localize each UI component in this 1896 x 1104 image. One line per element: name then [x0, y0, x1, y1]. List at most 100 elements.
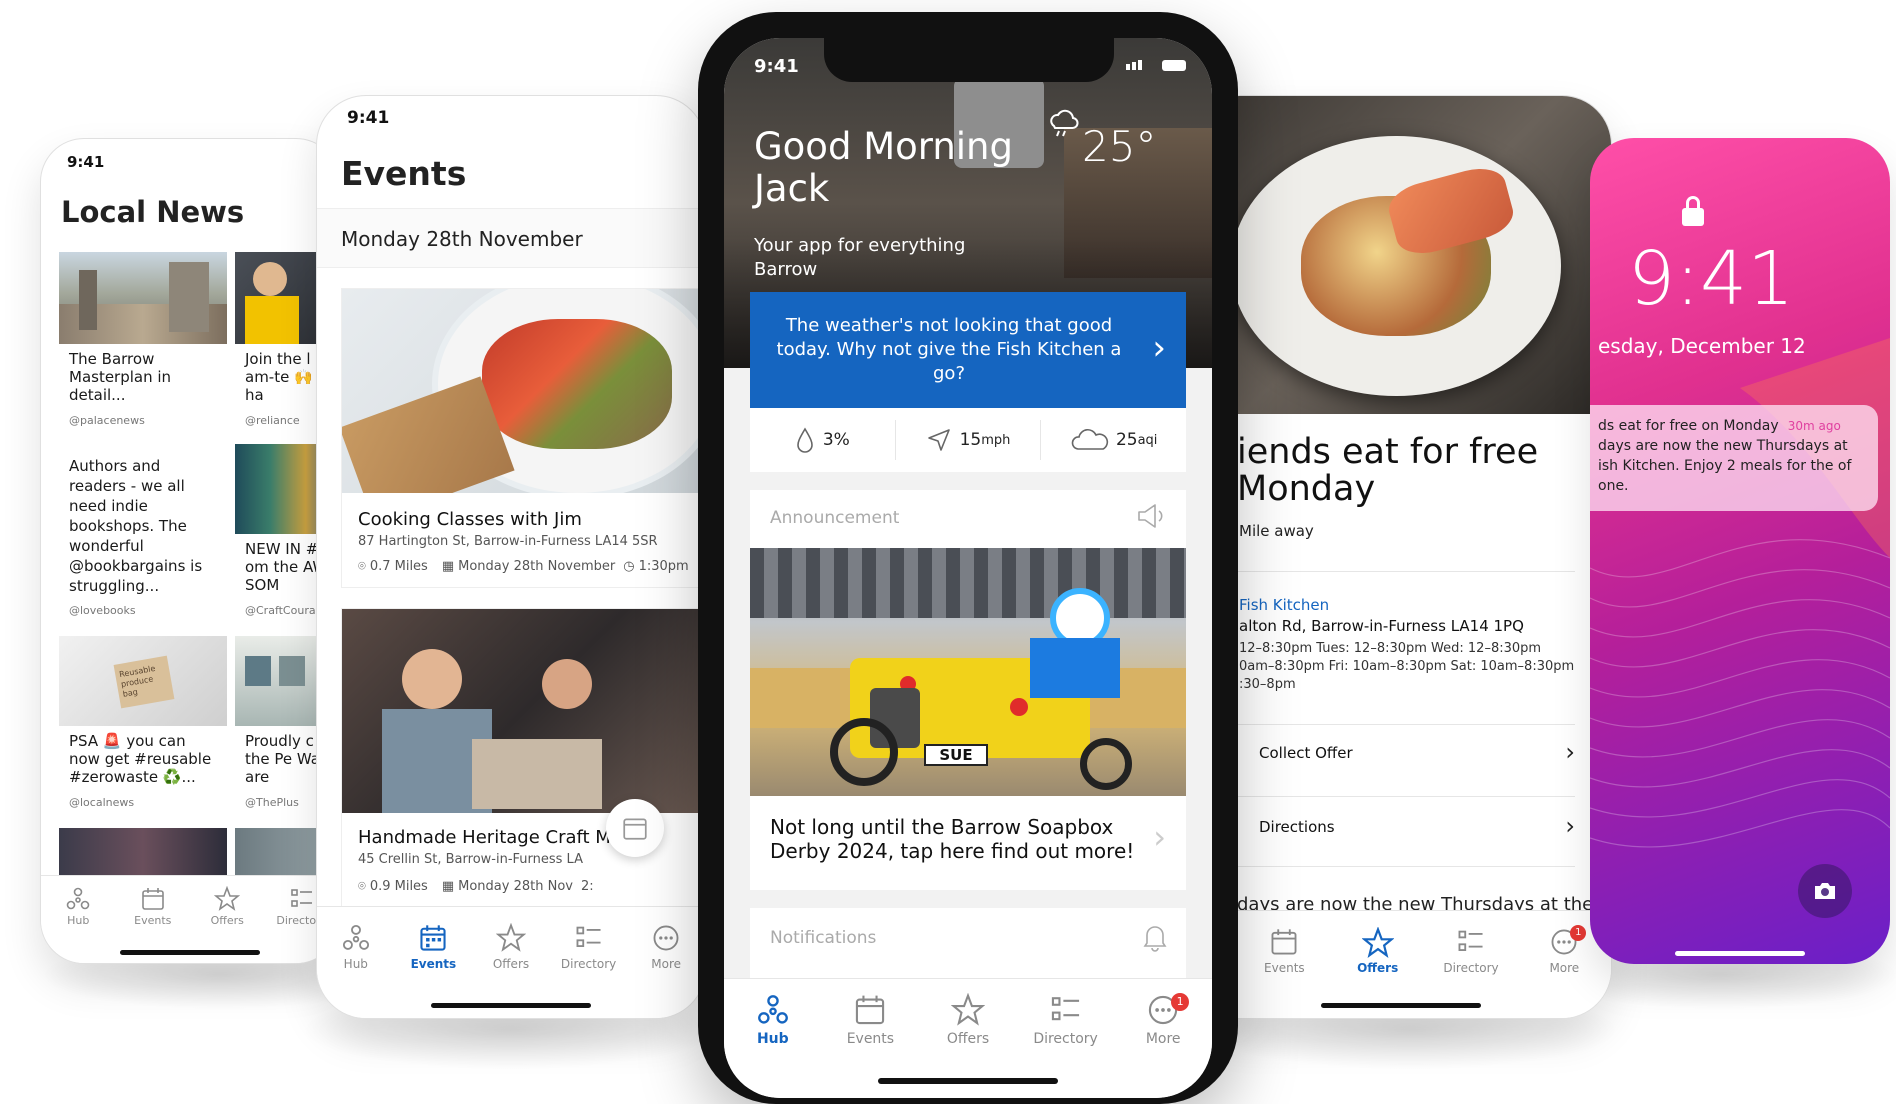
event-address: 45 Crellin St, Barrow-in-Furness LA: [358, 852, 583, 867]
announcement-text: Not long until the Barrow Soapbox Derby …: [770, 815, 1135, 863]
home-indicator: [1675, 951, 1805, 956]
clock-icon: ◷: [623, 559, 635, 574]
news-card-text: Authors and readers - we all need indie …: [69, 457, 203, 595]
tab-hub[interactable]: Hub: [317, 923, 395, 1018]
tab-bar: Events Offers Directory More 1: [1191, 910, 1611, 1018]
rain-cloud-icon: [1050, 109, 1079, 137]
home-indicator: [1321, 1003, 1481, 1008]
directions-row[interactable]: Directions ›: [1231, 798, 1575, 858]
star-icon: [495, 923, 526, 952]
temperature: 25°: [1082, 122, 1157, 171]
event-card[interactable]: Cooking Classes with Jim 87 Hartington S…: [341, 288, 705, 588]
notifications-label: Notifications: [770, 928, 877, 948]
status-icons: [1126, 60, 1186, 72]
collect-offer-row[interactable]: Collect Offer ›: [1221, 724, 1575, 784]
calendar-fab[interactable]: [606, 799, 664, 857]
hub-screen: 9:41 Good Morning Jack Your app for ever…: [724, 38, 1212, 1098]
lock-notification[interactable]: ds eat for free on Monday 30m ago days a…: [1590, 405, 1878, 511]
calendar-icon: ▦: [441, 879, 455, 894]
event-meta: ⌾ 0.7 Miles ▦ Monday 28th November ◷ 1:3…: [358, 559, 689, 574]
event-date: Monday 28th November: [458, 559, 616, 574]
home-indicator: [431, 1003, 591, 1008]
calendar-icon: [856, 995, 885, 1025]
reusable-bag-label: Reusable produce bag: [113, 655, 175, 709]
lock-date: esday, December 12: [1598, 334, 1806, 358]
venue-address: alton Rd, Barrow-in-Furness LA14 1PQ: [1239, 617, 1524, 635]
list-icon: [290, 889, 312, 907]
event-time: 1:30pm: [638, 559, 689, 574]
date-header: Monday 28th November: [317, 208, 705, 268]
hub-icon: [66, 887, 90, 910]
calendar-icon: [1271, 929, 1297, 955]
venue-hours: :30–8pm: [1239, 677, 1296, 692]
news-card-handle: @ThePlus: [245, 796, 299, 809]
camera-icon: [1815, 883, 1835, 899]
list-icon: [576, 926, 601, 947]
status-time: 9:41: [347, 108, 390, 128]
notification-title: ds eat for free on Monday: [1598, 418, 1779, 434]
notification-badge: 1: [1570, 925, 1587, 941]
news-card-text: The Barrow Masterplan in detail...: [69, 350, 172, 404]
calendar-icon: [420, 925, 446, 951]
news-card[interactable]: The Barrow Masterplan in detail... @pala…: [59, 252, 227, 432]
soapbox-number-plate: SUE: [924, 744, 988, 766]
chevron-right-icon: ›: [1153, 818, 1166, 856]
announcement-label: Announcement: [770, 508, 900, 528]
star-icon: [214, 886, 241, 911]
chevron-right-icon: ›: [1565, 812, 1575, 840]
news-card-text: PSA 🚨 you can now get #reusable #zerowas…: [69, 732, 212, 786]
venue-hours: 12–8:30pm Tues: 12–8:30pm Wed: 12–8:30pm: [1239, 641, 1542, 656]
news-card-handle: @localnews: [69, 796, 135, 809]
announcement-card[interactable]: Announcement SUE Not long until the Barr…: [750, 490, 1186, 890]
location-pin-icon: ⌾: [358, 559, 366, 574]
tab-more[interactable]: More 1: [1114, 993, 1212, 1098]
bell-icon: [1143, 926, 1167, 952]
announcement-image-soapbox: SUE: [750, 548, 1186, 796]
event-image-market: [342, 609, 705, 813]
notifications-card[interactable]: Notifications: [750, 908, 1186, 988]
notification-badge: 1: [1171, 993, 1190, 1011]
date-label: Monday 28th November: [341, 227, 583, 251]
offer-image-salmon: [1191, 96, 1611, 414]
offer-distance: Mile away: [1239, 522, 1314, 540]
tab-bar: Hub Events Offers Directory More: [317, 906, 705, 1018]
venue-hours: 0am–8:30pm Fri: 10am–8:30pm Sat: 10am–8:…: [1239, 659, 1575, 674]
news-card-handle: @reliance: [245, 414, 300, 427]
weather-stats: 3% 15 mph 25 aqi: [750, 408, 1186, 472]
notification-body: days are now the new Thursdays at ish Ki…: [1598, 438, 1852, 494]
directions-label: Directions: [1259, 818, 1335, 836]
offer-title: iends eat for free Monday: [1237, 432, 1539, 509]
star-icon: [1361, 927, 1394, 958]
calendar-icon: ▦: [441, 559, 455, 574]
divider: [1231, 796, 1575, 797]
lock-time: 9:41: [1628, 236, 1795, 322]
star-icon: [950, 993, 985, 1026]
news-card[interactable]: Reusable produce bag PSA 🚨 you can now g…: [59, 636, 227, 816]
weather-banner-text: The weather's not looking that good toda…: [776, 315, 1122, 384]
page-title: Local News: [61, 195, 245, 229]
home-indicator: [878, 1078, 1058, 1084]
status-time: 9:41: [67, 153, 105, 171]
dynamic-notch: [824, 38, 1114, 82]
event-card[interactable]: Handmade Heritage Craft Market 45 Crelli…: [341, 608, 705, 908]
tab-more[interactable]: More: [627, 923, 705, 1018]
event-distance: 0.9 Miles: [369, 879, 428, 894]
event-date: Monday 28th Nov: [458, 879, 573, 894]
news-image-crowd: [59, 828, 227, 878]
page-title: Events: [341, 154, 467, 193]
news-card[interactable]: Authors and readers - we all need indie …: [59, 444, 227, 624]
phone-local-news: 9:41 Local News The Barrow Masterplan in…: [40, 138, 340, 964]
list-icon: [1051, 997, 1079, 1021]
news-image-bag: Reusable produce bag: [59, 636, 227, 726]
tab-hub[interactable]: Hub: [41, 886, 116, 963]
tab-events[interactable]: Events: [1238, 927, 1331, 1018]
tab-hub[interactable]: Hub: [724, 993, 822, 1098]
camera-button[interactable]: [1798, 864, 1852, 918]
wind-stat: 15 mph: [896, 420, 1042, 460]
megaphone-icon: [1138, 504, 1163, 528]
weather-banner[interactable]: The weather's not looking that good toda…: [750, 292, 1186, 408]
event-distance: 0.7 Miles: [369, 559, 428, 574]
list-icon: [1458, 930, 1483, 951]
venue-name[interactable]: Fish Kitchen: [1239, 596, 1329, 614]
phone-events: 9:41 Events Monday 28th November Cooking…: [316, 95, 706, 1019]
